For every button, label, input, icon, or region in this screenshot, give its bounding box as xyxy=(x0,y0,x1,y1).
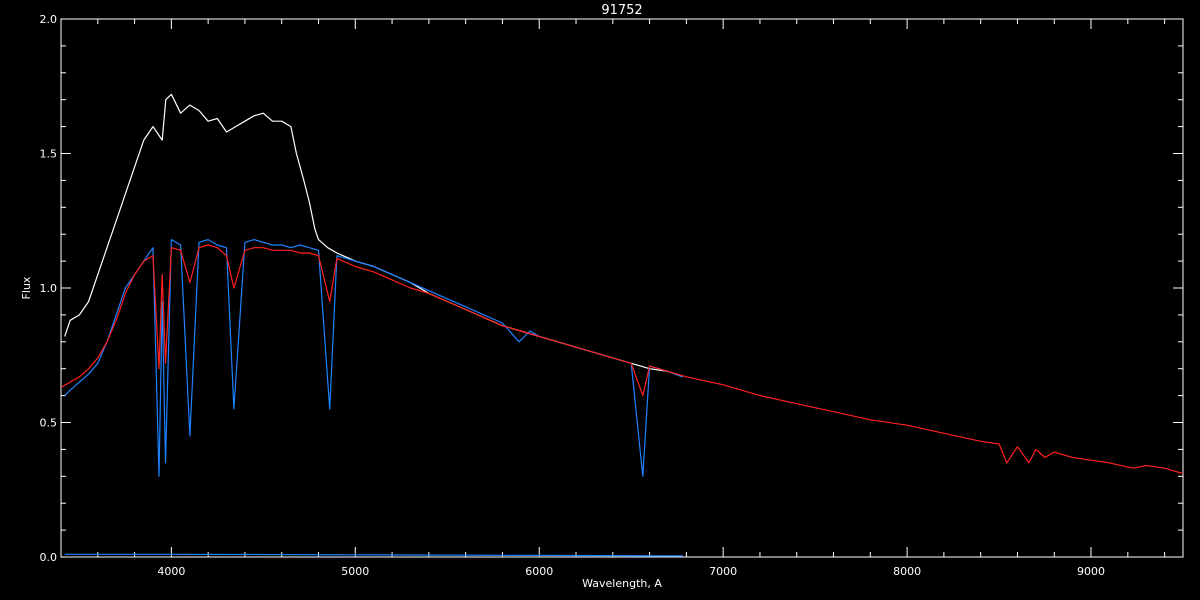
x-tick-label: 4000 xyxy=(157,565,185,578)
y-tick-label: 2.0 xyxy=(40,13,58,26)
series-line-3 xyxy=(60,244,1184,475)
x-tick-label: 5000 xyxy=(341,565,369,578)
x-tick-label: 7000 xyxy=(709,565,737,578)
series-line-2 xyxy=(64,239,683,477)
y-tick-label: 0.5 xyxy=(40,417,58,430)
chart-container: 4000 5000 6000 7000 8000 9000 0.0 0.5 1.0 1.5 2.0 9… xyxy=(0,0,1200,600)
x-tick-label: 8000 xyxy=(893,565,921,578)
y-tick-label: 1.0 xyxy=(40,282,58,295)
x-axis-label: Wavelength, A xyxy=(582,577,662,590)
y-tick-label: 1.5 xyxy=(40,148,58,161)
x-tick-label: 6000 xyxy=(525,565,553,578)
chart-title: 91752 xyxy=(601,3,642,18)
series-line-4 xyxy=(64,553,683,557)
spectrum-chart: 4000 5000 6000 7000 8000 9000 0.0 0.5 1.0 1.5 2.0 9… xyxy=(0,0,1200,600)
y-tick-label: 0.0 xyxy=(40,551,58,564)
x-tick-label: 9000 xyxy=(1077,565,1105,578)
plot-frame xyxy=(60,18,1184,558)
y-axis-label: Flux xyxy=(20,276,33,299)
